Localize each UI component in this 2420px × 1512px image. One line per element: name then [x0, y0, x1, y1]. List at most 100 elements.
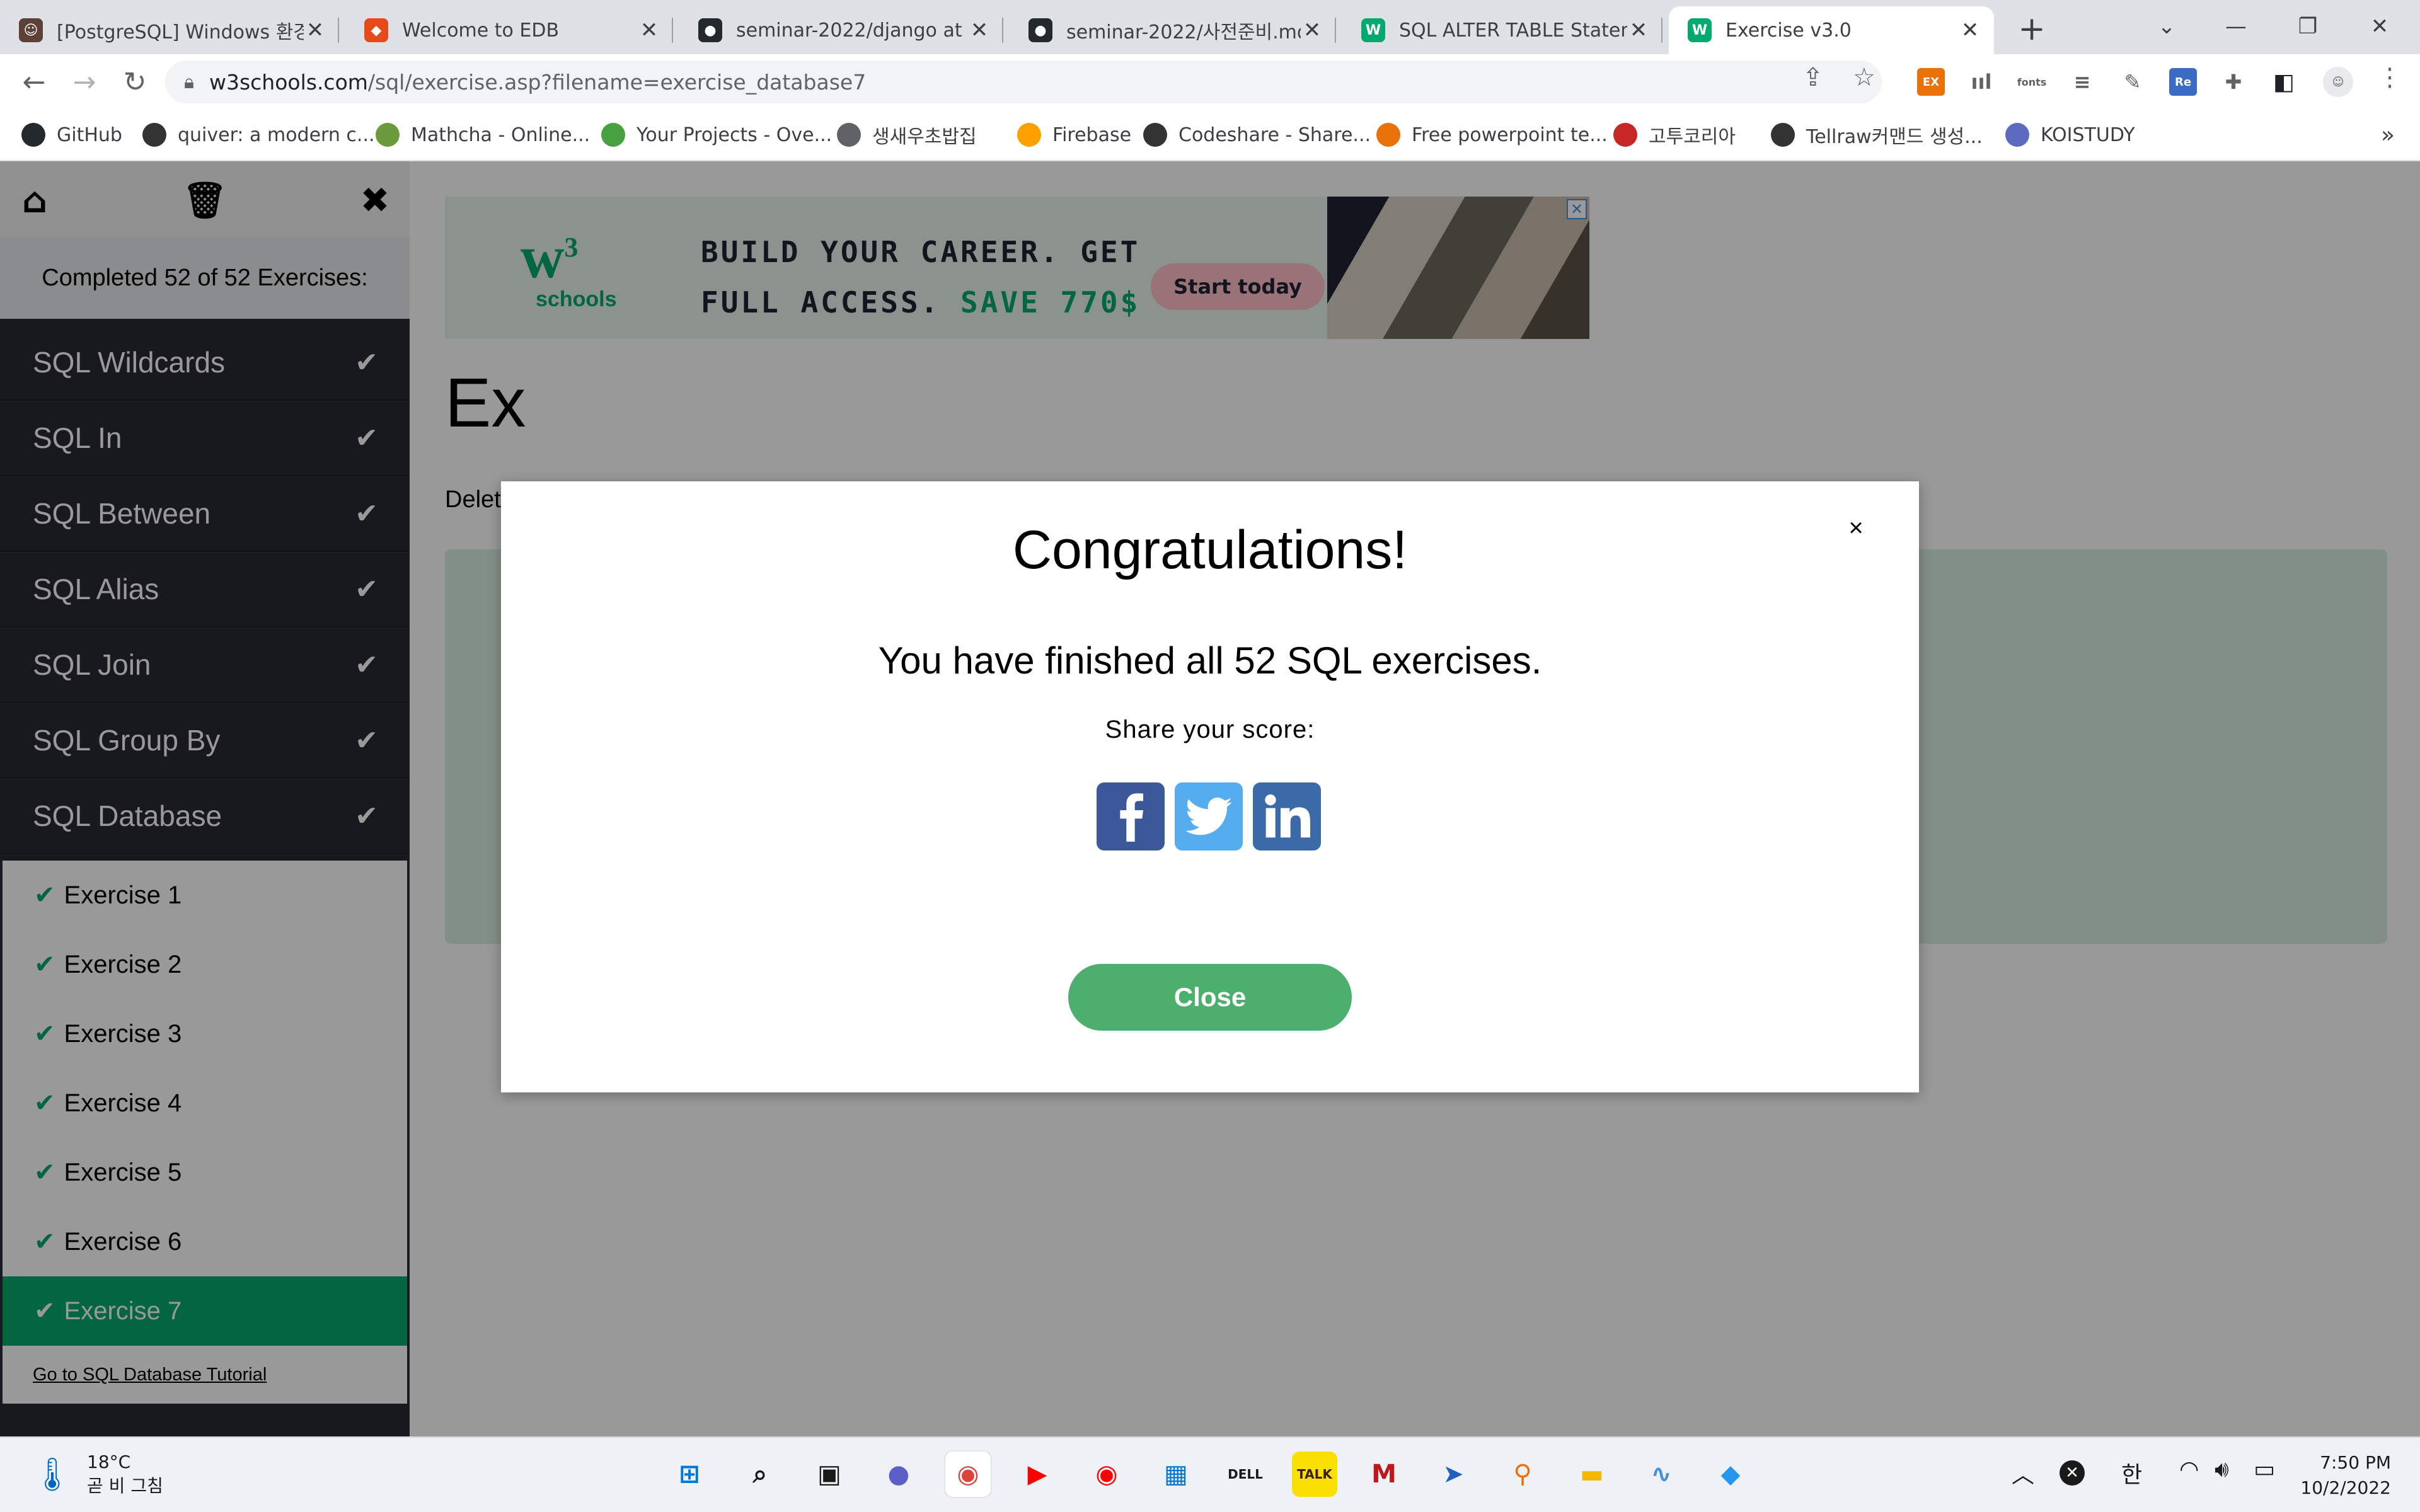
tab-separator	[1335, 18, 1336, 43]
facebook-icon[interactable]	[1097, 782, 1165, 850]
modal-close-button[interactable]: Close	[1068, 964, 1352, 1031]
browser-tab[interactable]: ☺ [PostgreSQL] Windows 환경 ✕	[0, 6, 339, 54]
system-clock[interactable]: 7:50 PM 10/2/2022	[2300, 1450, 2391, 1501]
tab-separator	[1002, 18, 1003, 43]
tray-app-icon[interactable]: ✕	[2060, 1460, 2085, 1486]
tab-title: seminar-2022/django at ma	[736, 19, 968, 42]
youtube-music-icon[interactable]: ◉	[1084, 1452, 1129, 1497]
ime-indicator[interactable]: 한	[2121, 1457, 2142, 1489]
tab-close-icon[interactable]: ✕	[968, 18, 991, 43]
tab-search-icon[interactable]: ⌄	[2141, 8, 2192, 45]
address-bar[interactable]: 🔒︎ w3schools.com/sql/exercise.asp?filena…	[165, 60, 1882, 103]
slidesgo-icon	[1376, 123, 1400, 147]
bookmark-item[interactable]: Tellraw커맨드 생성...	[1771, 120, 1983, 150]
ex-extension-icon[interactable]: EX	[1917, 68, 1945, 96]
kakaotalk-icon[interactable]: TALK	[1292, 1452, 1337, 1497]
bookmark-item[interactable]: quiver: a modern c...	[142, 120, 375, 150]
browser-tab[interactable]: ◆ Welcome to EDB ✕	[345, 6, 673, 54]
browser-tab[interactable]: W SQL ALTER TABLE Statemen✕	[1342, 6, 1662, 54]
tab-title: Exercise v3.0	[1726, 19, 1852, 42]
fonts-extension-icon[interactable]: fonts	[2017, 68, 2047, 96]
new-tab-button[interactable]: +	[2013, 10, 2051, 48]
bookmark-label: Mathcha - Online...	[411, 123, 591, 146]
task-view-icon[interactable]: ▣	[807, 1452, 852, 1497]
chrome-icon[interactable]: ◉	[945, 1452, 991, 1497]
teams-chat-icon[interactable]: ●	[876, 1452, 921, 1497]
analytics-extension-icon[interactable]: ııl	[1968, 68, 1995, 96]
bookmark-item[interactable]: Free powerpoint te...	[1376, 120, 1608, 150]
file-explorer-icon[interactable]: ▬	[1569, 1452, 1615, 1497]
tab-title: SQL ALTER TABLE Statemen	[1399, 19, 1627, 42]
profile-avatar[interactable]: ☺	[2323, 67, 2353, 97]
extensions-puzzle-icon[interactable]: ✚	[2220, 68, 2247, 96]
tab-title: [PostgreSQL] Windows 환경	[57, 21, 304, 43]
tab-close-icon[interactable]: ✕	[1959, 18, 1981, 43]
browser-tab[interactable]: ● seminar-2022/사전준비.md ✕	[1010, 6, 1336, 54]
bookmark-label: Tellraw커맨드 생성...	[1806, 126, 1983, 148]
side-panel-icon[interactable]: ◧	[2270, 68, 2298, 96]
browser-tab[interactable]: ● seminar-2022/django at ma✕	[679, 6, 1003, 54]
dell-icon[interactable]: DELL	[1223, 1452, 1268, 1497]
minimize-button[interactable]: —	[2211, 8, 2261, 45]
volume-icon[interactable]: 🔊︎	[2215, 1457, 2229, 1483]
bookmark-item[interactable]: Mathcha - Online...	[376, 120, 590, 150]
mathcha-icon	[376, 123, 400, 147]
firebase-icon	[1017, 123, 1041, 147]
bookmark-item[interactable]: GitHub	[21, 120, 122, 150]
copilot-icon[interactable]: ➤	[1431, 1452, 1476, 1497]
overleaf-icon	[601, 123, 625, 147]
browser-tab[interactable]: W Exercise v3.0 ✕	[1669, 6, 1994, 54]
bookmark-item[interactable]: Firebase	[1017, 120, 1131, 150]
weather-widget[interactable]: 🌡︎ 18°C 곧 비 그침	[32, 1450, 163, 1498]
share-icon[interactable]: ⇪	[1802, 63, 1824, 92]
menu-kebab-icon[interactable]: ⋮	[2377, 63, 2402, 92]
bookmark-label: 고투코리아	[1649, 126, 1736, 148]
linkedin-icon[interactable]	[1253, 782, 1321, 850]
tray-overflow-icon[interactable]: ︿	[2012, 1457, 2034, 1489]
twitter-icon[interactable]	[1175, 782, 1243, 850]
re-extension-icon[interactable]: Re	[2169, 68, 2197, 96]
bookmark-label: Your Projects - Ove...	[637, 123, 833, 146]
quiver-icon	[142, 123, 166, 147]
browser-toolbar: ← → ↻ 🔒︎ w3schools.com/sql/exercise.asp?…	[0, 54, 2420, 110]
start-icon[interactable]: ⊞	[667, 1452, 712, 1497]
eyedropper-extension-icon[interactable]: ✎	[2119, 68, 2146, 96]
store-icon[interactable]: ▦	[1153, 1452, 1199, 1497]
bookmarks-overflow-button[interactable]: »	[2381, 122, 2395, 148]
menu-extension-icon[interactable]: ≡	[2068, 68, 2096, 96]
koistudy-icon	[2005, 123, 2029, 147]
lock-icon: 🔒︎	[184, 71, 194, 93]
battery-icon[interactable]: ▭	[2254, 1457, 2275, 1482]
bookmark-item[interactable]: Your Projects - Ove...	[601, 120, 832, 150]
bookmarks-bar: GitHub quiver: a modern c... Mathcha - Onl…	[0, 110, 2420, 161]
back-icon[interactable]: ←	[15, 63, 53, 101]
search-tool-icon[interactable]: ⚲	[1500, 1452, 1545, 1497]
gotokorea-icon	[1613, 123, 1637, 147]
bookmark-label: Free powerpoint te...	[1412, 123, 1608, 146]
tab-close-icon[interactable]: ✕	[1627, 18, 1650, 43]
performance-monitor-icon[interactable]: ∿	[1639, 1452, 1684, 1497]
bookmark-item[interactable]: KOISTUDY	[2005, 120, 2135, 150]
forward-icon[interactable]: →	[66, 63, 103, 101]
docker-icon[interactable]: ◆	[1708, 1452, 1753, 1497]
bookmark-star-icon[interactable]: ☆	[1853, 63, 1876, 92]
restore-button[interactable]: ❐	[2283, 8, 2333, 45]
bookmark-item[interactable]: Codeshare - Share...	[1143, 120, 1371, 150]
window-close-button[interactable]: ✕	[2354, 8, 2405, 45]
tab-close-icon[interactable]: ✕	[638, 18, 660, 43]
tab-close-icon[interactable]: ✕	[304, 18, 326, 43]
reload-icon[interactable]: ↻	[116, 63, 154, 101]
youtube-icon[interactable]: ▶	[1015, 1452, 1060, 1497]
tab-close-icon[interactable]: ✕	[1301, 18, 1323, 43]
bookmark-item[interactable]: 고투코리아	[1613, 120, 1736, 150]
tab-separator	[1661, 18, 1662, 43]
page-content: ⌂ 🗑︎ ✖ Completed 52 of 52 Exercises: SQL…	[0, 161, 2420, 1436]
wifi-icon[interactable]: ◠	[2179, 1457, 2199, 1482]
search-icon[interactable]: ⌕	[737, 1452, 783, 1497]
mcafee-icon[interactable]: M	[1361, 1452, 1407, 1497]
thermometer-icon: 🌡︎	[32, 1455, 74, 1494]
tab-separator	[338, 18, 339, 43]
share-buttons	[1097, 782, 1323, 852]
bookmark-item[interactable]: 생새우초밥집	[837, 120, 977, 150]
weather-description: 곧 비 그침	[87, 1475, 163, 1496]
